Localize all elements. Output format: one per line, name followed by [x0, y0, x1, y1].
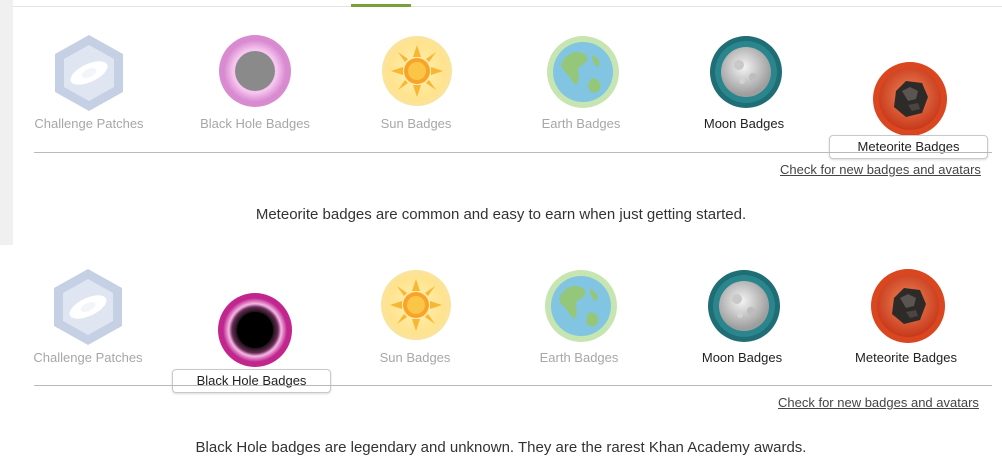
badge-label: Challenge Patches — [34, 116, 144, 131]
sun-icon — [381, 35, 453, 112]
badge-description: Black Hole badges are legendary and unkn… — [195, 439, 807, 456]
badge-description: Meteorite badges are common and easy to … — [255, 206, 747, 223]
badge-tab-challenge-patches[interactable]: Challenge Patches — [13, 234, 163, 374]
moon-icon — [707, 269, 781, 348]
badge-tab-sun[interactable]: Sun Badges — [340, 234, 490, 374]
meteorite-icon — [872, 61, 948, 142]
selected-badge-tab-label: Black Hole Badges — [172, 369, 331, 393]
badge-label: Sun Badges — [380, 116, 452, 131]
badge-tab-earth[interactable]: Earth Badges — [506, 0, 656, 140]
earth-icon — [544, 269, 618, 348]
badge-tab-meteorite[interactable]: Meteorite Badges — [831, 234, 981, 374]
sun-icon — [380, 269, 452, 346]
badge-label: Moon Badges — [701, 350, 783, 365]
black-hole-icon — [217, 292, 293, 373]
badge-tab-black-hole[interactable]: Black Hole Badges — [180, 0, 330, 140]
moon-icon — [709, 35, 783, 114]
badge-tab-moon[interactable]: Moon Badges — [667, 234, 817, 374]
check-new-badges-link[interactable]: Check for new badges and avatars — [778, 395, 979, 410]
section-divider — [34, 385, 992, 386]
badge-tab-earth[interactable]: Earth Badges — [504, 234, 654, 374]
badge-label: Earth Badges — [539, 350, 619, 365]
badge-label: Meteorite Badges — [855, 350, 957, 365]
meteorite-icon — [870, 268, 946, 349]
black-hole-icon — [218, 34, 292, 113]
badge-label: Black Hole Badges — [200, 116, 310, 131]
badge-label: Moon Badges — [703, 116, 785, 131]
badge-tab-sun[interactable]: Sun Badges — [341, 0, 491, 140]
challenge-patch-icon — [50, 267, 126, 352]
badge-tab-moon[interactable]: Moon Badges — [669, 0, 819, 140]
challenge-patch-icon — [51, 33, 127, 118]
check-new-badges-link[interactable]: Check for new badges and avatars — [780, 162, 981, 177]
badge-tab-challenge-patches[interactable]: Challenge Patches — [14, 0, 164, 140]
badge-section-1: Challenge Patches Black Hole Badges Sun … — [0, 0, 1002, 240]
badge-label: Challenge Patches — [33, 350, 143, 365]
badge-label: Earth Badges — [541, 116, 621, 131]
selected-badge-tab-label: Meteorite Badges — [829, 135, 988, 159]
badge-section-2: Challenge Patches Black Hole Badges Sun … — [0, 234, 1002, 472]
section-divider — [34, 152, 992, 153]
earth-icon — [546, 35, 620, 114]
badge-label: Sun Badges — [379, 350, 451, 365]
